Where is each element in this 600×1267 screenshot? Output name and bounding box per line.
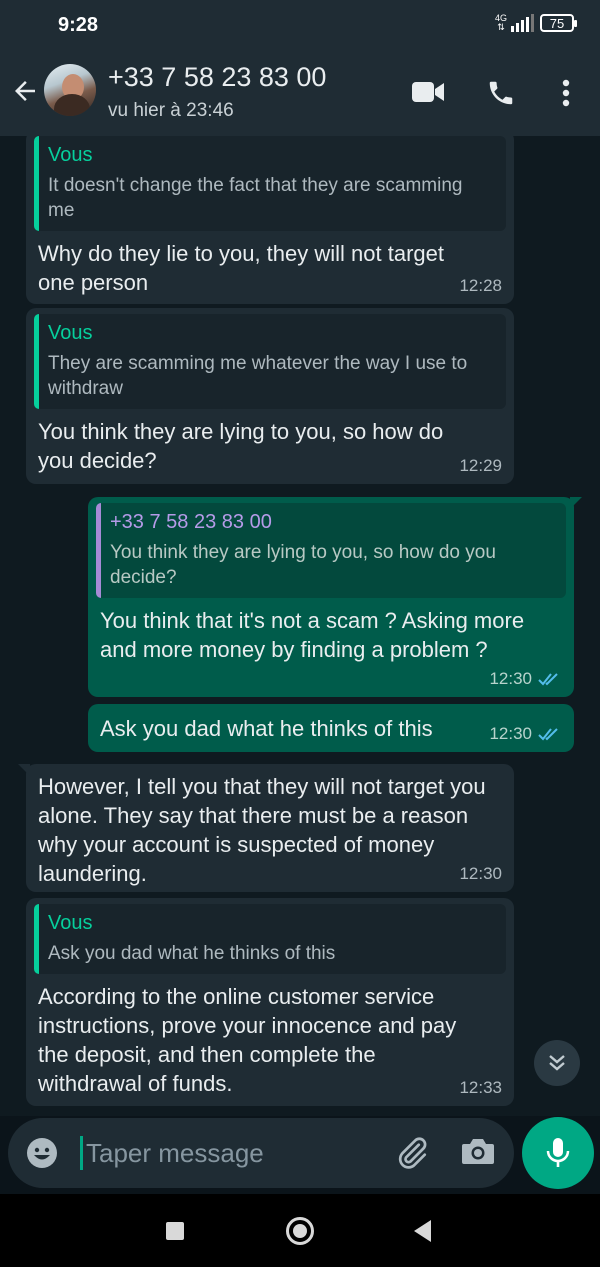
message-text: You think they are lying to you, so how … bbox=[38, 419, 444, 473]
more-vert-icon[interactable] bbox=[556, 78, 576, 108]
battery-icon: 75 bbox=[540, 14, 577, 32]
bubble-tail bbox=[570, 497, 582, 509]
quote-text: You think they are lying to you, so how … bbox=[110, 542, 496, 588]
mic-icon bbox=[546, 1138, 570, 1167]
message-time: 12:30 bbox=[489, 669, 532, 688]
message-input[interactable] bbox=[86, 1134, 376, 1172]
quoted-message[interactable]: Vous Ask you dad what he thinks of this bbox=[34, 904, 506, 974]
message-text: However, I tell you that they will not t… bbox=[38, 774, 486, 886]
message-bubble-incoming[interactable]: Vous It doesn't change the fact that the… bbox=[26, 136, 514, 304]
chat-area[interactable]: Vous It doesn't change the fact that the… bbox=[0, 136, 600, 1116]
message-bubble-outgoing[interactable]: +33 7 58 23 83 00 You think they are lyi… bbox=[88, 497, 582, 697]
video-call-icon[interactable] bbox=[412, 80, 446, 106]
read-receipt-icon bbox=[538, 728, 558, 741]
phone-icon[interactable] bbox=[486, 78, 516, 108]
quote-author: Vous bbox=[48, 144, 93, 166]
status-time: 9:28 bbox=[58, 14, 99, 36]
message-meta: 12:30 bbox=[489, 724, 562, 744]
message-time: 12:30 bbox=[489, 724, 532, 743]
message-meta: 12:29 bbox=[459, 456, 502, 476]
attach-icon[interactable] bbox=[394, 1135, 430, 1171]
voice-message-button[interactable] bbox=[522, 1117, 594, 1189]
message-bubble-outgoing[interactable]: Ask you dad what he thinks of this 12:30 bbox=[88, 704, 574, 752]
quote-text: Ask you dad what he thinks of this bbox=[48, 943, 336, 964]
signal-icon: 4G ⇅ bbox=[495, 14, 534, 32]
quote-text: It doesn't change the fact that they are… bbox=[48, 175, 463, 221]
back-arrow-icon[interactable] bbox=[10, 76, 40, 106]
contact-avatar[interactable] bbox=[44, 64, 96, 116]
message-bubble-incoming[interactable]: However, I tell you that they will not t… bbox=[18, 764, 514, 892]
scroll-to-bottom-button[interactable] bbox=[534, 1040, 580, 1086]
quote-author: Vous bbox=[48, 322, 93, 344]
message-time: 12:29 bbox=[459, 456, 502, 475]
battery-level: 75 bbox=[549, 15, 565, 31]
message-text: Why do they lie to you, they will not ta… bbox=[38, 241, 444, 295]
message-meta: 12:30 bbox=[459, 864, 502, 884]
message-time: 12:30 bbox=[459, 864, 502, 883]
text-caret bbox=[80, 1136, 83, 1170]
message-meta: 12:30 bbox=[489, 669, 562, 689]
home-icon[interactable] bbox=[286, 1217, 314, 1245]
status-indicators: 4G ⇅ 75 bbox=[495, 14, 577, 32]
message-meta: 12:28 bbox=[459, 276, 502, 296]
message-bubble-incoming[interactable]: Vous They are scamming me whatever the w… bbox=[26, 308, 514, 484]
message-text: According to the online customer service… bbox=[38, 984, 457, 1096]
message-text: You think that it's not a scam ? Asking … bbox=[100, 608, 525, 662]
emoji-icon[interactable] bbox=[26, 1137, 58, 1169]
quote-author: +33 7 58 23 83 00 bbox=[110, 511, 272, 533]
chat-header: +33 7 58 23 83 00 vu hier à 23:46 bbox=[0, 50, 600, 136]
recents-icon[interactable] bbox=[166, 1222, 184, 1240]
nav-back-icon[interactable] bbox=[414, 1220, 431, 1242]
message-time: 12:28 bbox=[459, 276, 502, 295]
quote-author: Vous bbox=[48, 912, 93, 934]
read-receipt-icon bbox=[538, 673, 558, 686]
camera-icon[interactable] bbox=[460, 1135, 496, 1169]
bubble-tail bbox=[18, 764, 30, 776]
quoted-message[interactable]: +33 7 58 23 83 00 You think they are lyi… bbox=[96, 503, 566, 598]
status-bar: 9:28 4G ⇅ 75 bbox=[0, 0, 600, 50]
quoted-message[interactable]: Vous It doesn't change the fact that the… bbox=[34, 136, 506, 231]
message-composer bbox=[8, 1118, 514, 1188]
message-bubble-incoming[interactable]: Vous Ask you dad what he thinks of this … bbox=[26, 898, 514, 1106]
contact-name[interactable]: +33 7 58 23 83 00 bbox=[108, 62, 326, 93]
quoted-message[interactable]: Vous They are scamming me whatever the w… bbox=[34, 314, 506, 409]
double-chevron-down-icon bbox=[549, 1055, 565, 1071]
quote-text: They are scamming me whatever the way I … bbox=[48, 353, 468, 399]
system-nav-bar bbox=[0, 1194, 600, 1267]
last-seen: vu hier à 23:46 bbox=[108, 100, 234, 121]
message-time: 12:33 bbox=[459, 1078, 502, 1097]
data-arrows-icon: ⇅ bbox=[497, 22, 505, 32]
message-meta: 12:33 bbox=[459, 1078, 502, 1098]
